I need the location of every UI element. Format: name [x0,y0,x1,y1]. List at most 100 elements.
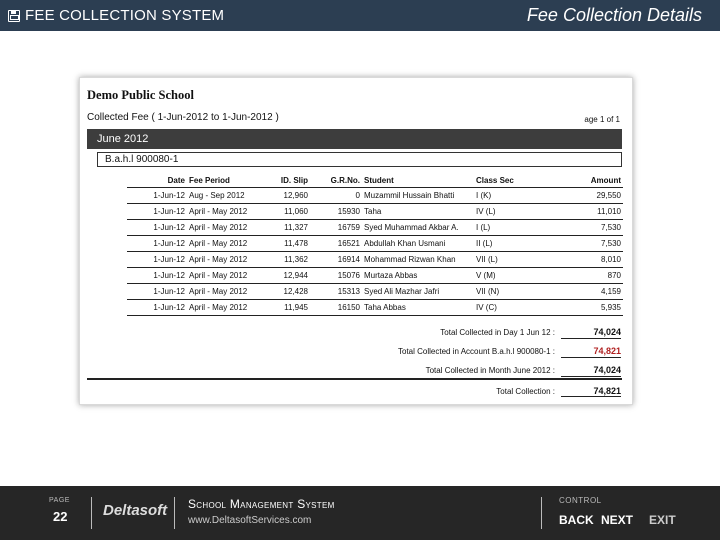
cell-student: Abdullah Khan Usmani [362,235,474,252]
cell-date: 1-Jun-12 [127,299,187,316]
cell-id-slip: 12,960 [261,187,310,204]
month-header: June 2012 [87,129,622,149]
cell-class-sec: I (K) [474,187,546,204]
cell-date: 1-Jun-12 [127,219,187,236]
cell-gr-no: 16521 [310,235,362,252]
cell-gr-no: 15076 [310,267,362,284]
cell-student: Taha Abbas [362,299,474,316]
cell-amount: 4,159 [546,283,623,300]
col-student: Student [362,174,474,188]
footer-divider [174,497,175,529]
cell-date: 1-Jun-12 [127,187,187,204]
table-row: 1-Jun-12 April - May 2012 11,327 16759 S… [127,219,623,236]
cell-id-slip: 12,428 [261,283,310,300]
total-month-label: Total Collected in Month June 2012 : [425,366,555,375]
school-name: Demo Public School [87,88,194,102]
cell-id-slip: 12,944 [261,267,310,284]
col-class-sec: Class Sec [474,174,546,188]
footer-bar: PAGE 22 Deltasoft School Management Syst… [0,486,720,540]
total-day-row: Total Collected in Day 1 Jun 12 : 74,024 [127,323,623,342]
grand-total-value: 74,821 [561,386,621,397]
cell-class-sec: VII (L) [474,251,546,268]
cell-date: 1-Jun-12 [127,267,187,284]
total-month-value: 74,024 [561,365,621,377]
col-fee-period: Fee Period [187,174,261,188]
collection-range: Collected Fee ( 1-Jun-2012 to 1-Jun-2012… [87,112,279,123]
cell-class-sec: V (M) [474,267,546,284]
total-account-value: 74,821 [561,346,621,358]
col-id-slip: ID. Slip [261,174,310,188]
table-row: 1-Jun-12 April - May 2012 11,060 15930 T… [127,203,623,220]
footer-divider [91,497,92,529]
cell-id-slip: 11,478 [261,235,310,252]
cell-amount: 7,530 [546,219,623,236]
fee-table: Date Fee Period ID. Slip G.R.No. Student… [127,174,623,316]
cell-student: Mohammad Rizwan Khan [362,251,474,268]
cell-fee-period: April - May 2012 [187,251,261,268]
title-bar: FEE COLLECTION SYSTEM Fee Collection Det… [0,0,720,31]
exit-button[interactable]: EXIT [649,513,676,527]
grand-total-divider [87,378,622,380]
cell-fee-period: April - May 2012 [187,219,261,236]
app-title: FEE COLLECTION SYSTEM [8,7,224,24]
system-name: School Management System [188,497,335,511]
brand-logo: Deltasoft [103,502,168,519]
control-caption: CONTROL [559,496,602,505]
cell-student: Syed Ali Mazhar Jafri [362,283,474,300]
grand-total-row: Total Collection : 74,821 [127,383,623,401]
cell-id-slip: 11,327 [261,219,310,236]
col-date: Date [127,174,187,188]
cell-fee-period: April - May 2012 [187,267,261,284]
table-row: 1-Jun-12 Aug - Sep 2012 12,960 0 Muzammi… [127,187,623,204]
cell-fee-period: April - May 2012 [187,299,261,316]
cell-class-sec: IV (C) [474,299,546,316]
cell-class-sec: I (L) [474,219,546,236]
cell-id-slip: 11,060 [261,203,310,220]
page-heading: Fee Collection Details [526,5,702,25]
cell-date: 1-Jun-12 [127,283,187,300]
cell-class-sec: IV (L) [474,203,546,220]
cell-fee-period: Aug - Sep 2012 [187,187,261,204]
col-amount: Amount [546,174,623,188]
cell-class-sec: VII (N) [474,283,546,300]
account-header: B.a.h.l 900080-1 [97,152,622,167]
cell-fee-period: April - May 2012 [187,235,261,252]
cell-amount: 870 [546,267,623,284]
cell-date: 1-Jun-12 [127,251,187,268]
table-row: 1-Jun-12 April - May 2012 12,944 15076 M… [127,267,623,284]
cell-student: Syed Muhammad Akbar A. [362,219,474,236]
page-caption: PAGE [49,497,70,504]
cell-student: Muzammil Hussain Bhatti [362,187,474,204]
cell-fee-period: April - May 2012 [187,203,261,220]
cell-gr-no: 0 [310,187,362,204]
cell-student: Murtaza Abbas [362,267,474,284]
next-button[interactable]: NEXT [601,513,633,527]
table-row: 1-Jun-12 April - May 2012 11,945 16150 T… [127,299,623,316]
cell-amount: 11,010 [546,203,623,220]
footer-divider [541,497,542,529]
back-button[interactable]: BACK [559,513,594,527]
app-title-text: FEE COLLECTION SYSTEM [25,7,225,24]
total-account-row: Total Collected in Account B.a.h.l 90008… [127,342,623,361]
page-indicator: age 1 of 1 [584,115,620,124]
total-day-label: Total Collected in Day 1 Jun 12 : [440,328,555,337]
table-row: 1-Jun-12 April - May 2012 12,428 15313 S… [127,283,623,300]
cell-amount: 7,530 [546,235,623,252]
website-link: www.DeltasoftServices.com [188,515,312,526]
report-document: Demo Public School Collected Fee ( 1-Jun… [79,77,633,405]
cell-date: 1-Jun-12 [127,235,187,252]
cell-gr-no: 16759 [310,219,362,236]
grand-total-label: Total Collection : [496,387,555,396]
total-account-label: Total Collected in Account B.a.h.l 90008… [398,347,555,356]
totals-section: Total Collected in Day 1 Jun 12 : 74,024… [127,323,623,380]
cell-date: 1-Jun-12 [127,203,187,220]
cell-gr-no: 15930 [310,203,362,220]
page-number: 22 [53,509,68,524]
cell-amount: 29,550 [546,187,623,204]
cell-class-sec: II (L) [474,235,546,252]
table-row: 1-Jun-12 April - May 2012 11,478 16521 A… [127,235,623,252]
cell-amount: 5,935 [546,299,623,316]
cell-id-slip: 11,945 [261,299,310,316]
table-row: 1-Jun-12 April - May 2012 11,362 16914 M… [127,251,623,268]
table-header-row: Date Fee Period ID. Slip G.R.No. Student… [127,174,623,188]
